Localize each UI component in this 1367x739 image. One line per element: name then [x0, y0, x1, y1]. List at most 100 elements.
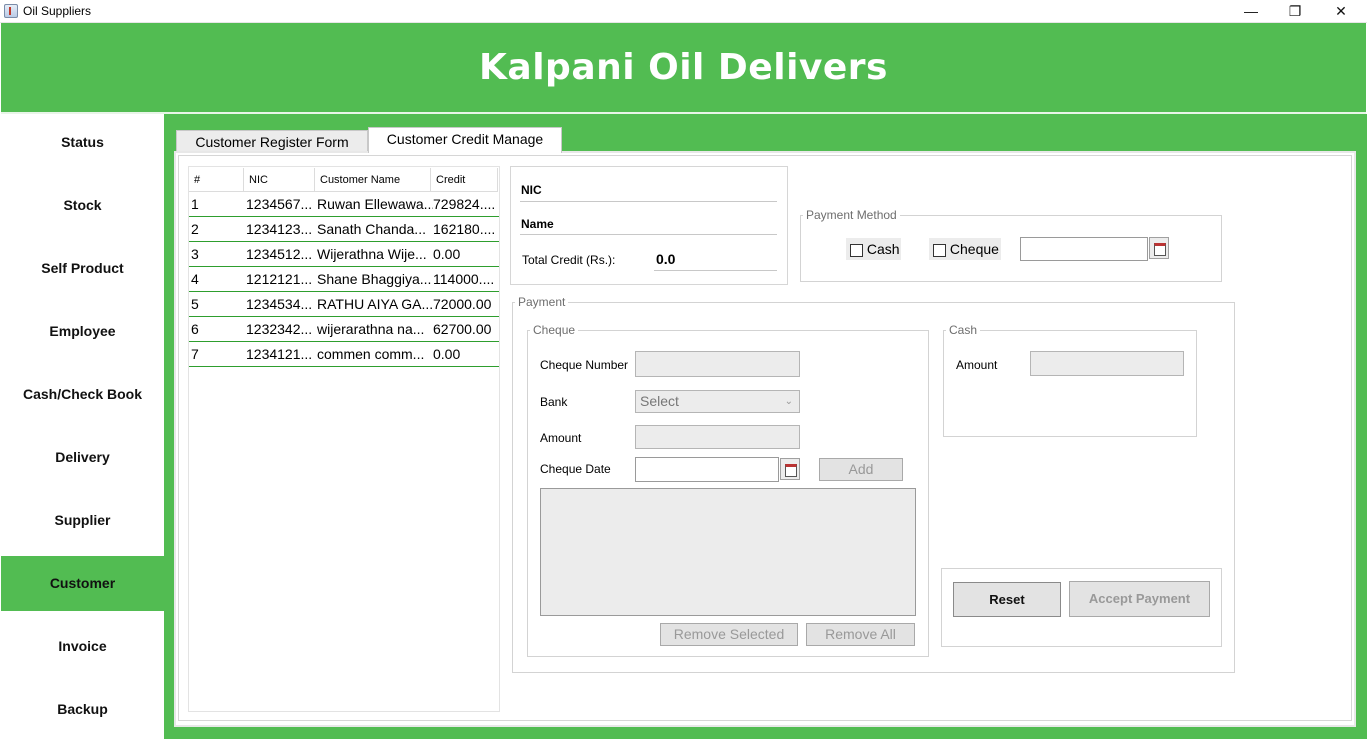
cell-nic: 1234121... — [246, 346, 313, 362]
oil-suppliers-window: Oil Suppliers — ❐ ✕ Kalpani Oil Delivers… — [0, 0, 1367, 739]
cell-credit: 62700.00 — [433, 321, 492, 337]
sidebar-item-customer[interactable]: Customer — [1, 556, 164, 611]
remove-all-button[interactable]: Remove All — [806, 623, 915, 646]
sidebar: Status Stock Self Product Employee Cash/… — [1, 114, 164, 739]
close-button[interactable]: ✕ — [1318, 0, 1364, 23]
total-credit-line — [654, 270, 777, 271]
reset-button[interactable]: Reset — [953, 582, 1061, 617]
app-title: Kalpani Oil Delivers — [479, 47, 888, 88]
calendar-icon[interactable] — [780, 458, 800, 480]
cell-nic: 1234567... — [246, 196, 313, 212]
cell-customer-name: Sanath Chanda... — [317, 221, 426, 237]
cell-nic: 1232342... — [246, 321, 313, 337]
table-row[interactable]: 7 1234121... commen comm... 0.00 — [189, 342, 499, 367]
cell-customer-name: Ruwan Ellewawa... — [317, 196, 433, 212]
cell-nic: 1234123... — [246, 221, 313, 237]
cell-credit: 0.00 — [433, 246, 461, 262]
bank-label: Bank — [540, 395, 568, 409]
table-row[interactable]: 4 1212121... Shane Bhaggiya... 114000...… — [189, 267, 499, 292]
cheque-date-input[interactable] — [635, 457, 779, 482]
sidebar-item-backup[interactable]: Backup — [1, 682, 164, 737]
sidebar-item-delivery[interactable]: Delivery — [1, 430, 164, 485]
table-header-customer-name[interactable]: Customer Name — [315, 168, 431, 192]
cheque-number-label: Cheque Number — [540, 358, 629, 372]
cell-credit: 729824.... — [433, 196, 496, 212]
cell-index: 6 — [191, 321, 199, 337]
cell-nic: 1234512... — [246, 246, 313, 262]
title-bar: Oil Suppliers — ❐ ✕ — [0, 0, 1367, 23]
cash-checkbox-label: Cash — [866, 241, 900, 257]
cell-customer-name: Wijerathna Wije... — [317, 246, 427, 262]
total-credit-value: 0.0 — [656, 251, 676, 267]
name-value-line — [520, 234, 777, 235]
cash-checkbox[interactable]: Cash — [846, 238, 901, 260]
sidebar-item-self-product[interactable]: Self Product — [1, 241, 164, 296]
cash-legend: Cash — [946, 323, 981, 337]
sidebar-item-status[interactable]: Status — [1, 115, 164, 170]
table-row[interactable]: 3 1234512... Wijerathna Wije... 0.00 — [189, 242, 499, 267]
cheque-checkbox-label: Cheque — [949, 241, 999, 257]
name-label: Name — [521, 217, 554, 231]
cell-customer-name: Shane Bhaggiya... — [317, 271, 432, 287]
java-app-icon — [4, 4, 18, 18]
cheque-legend: Cheque — [530, 323, 579, 337]
window-title: Oil Suppliers — [23, 4, 92, 18]
cell-index: 5 — [191, 296, 199, 312]
cash-amount-input[interactable] — [1030, 351, 1184, 376]
cheque-checkbox[interactable]: Cheque — [929, 238, 1001, 260]
cheque-amount-label: Amount — [540, 431, 582, 445]
cash-amount-label: Amount — [956, 358, 998, 372]
cheque-number-input[interactable] — [635, 351, 800, 377]
cash-checkbox-box[interactable] — [850, 243, 863, 257]
sidebar-item-invoice[interactable]: Invoice — [1, 619, 164, 674]
table-row[interactable]: 1 1234567... Ruwan Ellewawa... 729824...… — [189, 192, 499, 217]
sidebar-item-stock[interactable]: Stock — [1, 178, 164, 233]
payment-legend: Payment — [515, 295, 569, 309]
cell-nic: 1212121... — [246, 271, 313, 287]
cell-customer-name: wijerarathna na... — [317, 321, 425, 337]
cell-index: 4 — [191, 271, 199, 287]
table-header-credit[interactable]: Credit — [431, 168, 498, 192]
sidebar-item-employee[interactable]: Employee — [1, 304, 164, 359]
cell-credit: 162180.... — [433, 221, 496, 237]
calendar-icon[interactable] — [1149, 237, 1169, 259]
cell-nic: 1234534... — [246, 296, 313, 312]
tab-customer-credit-manage[interactable]: Customer Credit Manage — [368, 127, 562, 153]
chevron-down-icon: ⌄ — [784, 396, 793, 407]
cell-customer-name: RATHU AIYA GA... — [317, 296, 433, 312]
sidebar-item-supplier[interactable]: Supplier — [1, 493, 164, 548]
cell-index: 7 — [191, 346, 199, 362]
cell-credit: 114000.... — [433, 271, 495, 287]
cell-credit: 0.00 — [433, 346, 461, 362]
cheque-date-label: Cheque Date — [540, 462, 611, 476]
remove-selected-button[interactable]: Remove Selected — [660, 623, 798, 646]
total-credit-label: Total Credit (Rs.): — [522, 253, 616, 267]
bank-select-value: Select — [640, 393, 679, 409]
cell-credit: 72000.00 — [433, 296, 492, 312]
tab-customer-register-form[interactable]: Customer Register Form — [176, 130, 368, 152]
cell-index: 1 — [191, 196, 199, 212]
bank-select[interactable]: Select ⌄ — [635, 390, 800, 413]
table-row[interactable]: 6 1232342... wijerarathna na... 62700.00 — [189, 317, 499, 342]
table-header-nic[interactable]: NIC — [244, 168, 315, 192]
cash-group — [943, 330, 1197, 437]
maximize-button[interactable]: ❐ — [1272, 0, 1318, 23]
nic-value-line — [520, 201, 777, 202]
cheque-amount-input[interactable] — [635, 425, 800, 449]
nic-label: NIC — [521, 183, 542, 197]
sidebar-item-cash-check-book[interactable]: Cash/Check Book — [1, 367, 164, 422]
cell-index: 3 — [191, 246, 199, 262]
payment-date-input[interactable] — [1020, 237, 1148, 261]
table-header-index[interactable]: # — [189, 168, 244, 192]
minimize-button[interactable]: — — [1228, 0, 1274, 23]
cell-customer-name: commen comm... — [317, 346, 425, 362]
accept-payment-button[interactable]: Accept Payment — [1069, 581, 1210, 617]
cell-index: 2 — [191, 221, 199, 237]
payment-method-legend: Payment Method — [803, 208, 900, 222]
cheque-list[interactable] — [540, 488, 916, 616]
table-row[interactable]: 5 1234534... RATHU AIYA GA... 72000.00 — [189, 292, 499, 317]
cheque-checkbox-box[interactable] — [933, 243, 946, 257]
add-cheque-button[interactable]: Add — [819, 458, 903, 481]
app-header: Kalpani Oil Delivers — [1, 23, 1366, 112]
table-row[interactable]: 2 1234123... Sanath Chanda... 162180.... — [189, 217, 499, 242]
